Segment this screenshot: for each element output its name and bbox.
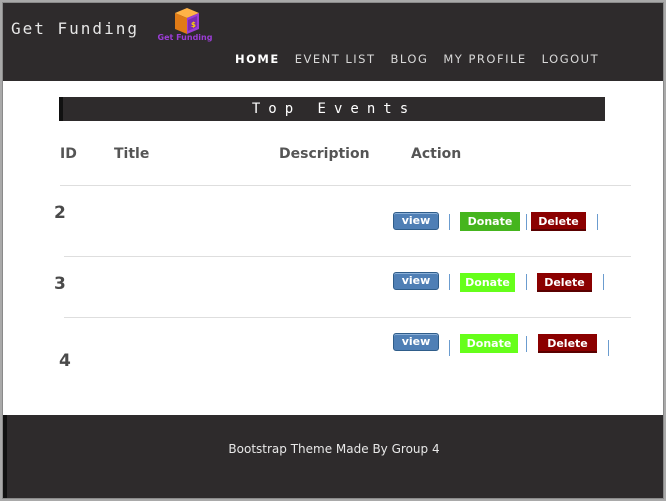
action-separator: [526, 336, 527, 352]
column-header-action: Action: [411, 146, 462, 162]
nav-my-profile[interactable]: MY PROFILE: [443, 52, 526, 66]
svg-text:$: $: [191, 21, 196, 29]
brand-title[interactable]: Get Funding: [11, 19, 139, 38]
column-header-title: Title: [114, 146, 150, 162]
action-separator: [449, 340, 450, 356]
action-separator: [449, 214, 450, 230]
nav-logout[interactable]: LOGOUT: [542, 52, 599, 66]
view-button[interactable]: view: [393, 333, 439, 351]
delete-button[interactable]: Delete: [531, 212, 586, 231]
view-button[interactable]: view: [393, 212, 439, 230]
action-separator: [526, 214, 527, 230]
nav-home[interactable]: HOME: [235, 52, 280, 66]
logo-text: Get Funding: [157, 33, 213, 42]
nav-blog[interactable]: BLOG: [391, 52, 429, 66]
page-frame: Get Funding $ Get Funding HOME EVENT LIS…: [2, 2, 664, 499]
table-divider: [64, 256, 631, 257]
site-footer: [3, 415, 663, 498]
column-header-id: ID: [60, 146, 77, 162]
main-nav: HOME EVENT LIST BLOG MY PROFILE LOGOUT: [235, 52, 614, 66]
top-events-banner: Top Events: [59, 97, 605, 121]
donate-button[interactable]: Donate: [460, 212, 520, 231]
action-separator: [526, 274, 527, 290]
row-id: 3: [54, 274, 66, 294]
footer-credit: Bootstrap Theme Made By Group 4: [228, 442, 440, 456]
view-button[interactable]: view: [393, 272, 439, 290]
row-id: 2: [54, 203, 66, 223]
action-separator: [449, 274, 450, 290]
delete-button[interactable]: Delete: [537, 273, 592, 292]
site-header: Get Funding $ Get Funding HOME EVENT LIS…: [3, 3, 663, 81]
table-divider: [64, 317, 631, 318]
table-divider: [60, 185, 631, 186]
column-header-description: Description: [279, 146, 370, 162]
action-separator: [597, 214, 598, 230]
donate-button[interactable]: Donate: [460, 334, 518, 353]
donate-button[interactable]: Donate: [460, 273, 515, 292]
nav-event-list[interactable]: EVENT LIST: [295, 52, 376, 66]
delete-button[interactable]: Delete: [538, 334, 597, 353]
row-id: 4: [59, 351, 71, 371]
action-separator: [608, 340, 609, 356]
action-separator: [603, 274, 604, 290]
